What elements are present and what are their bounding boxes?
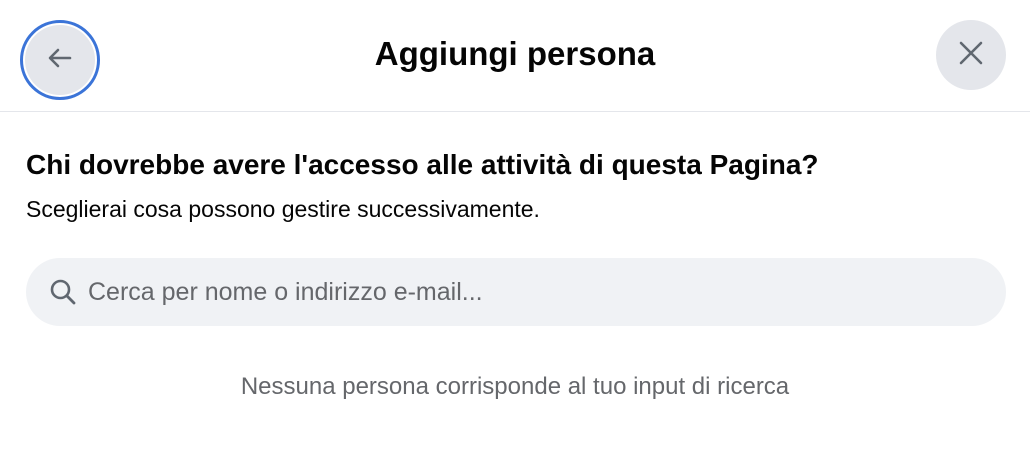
add-person-dialog: Aggiungi persona Chi dovrebbe avere l'ac…	[0, 0, 1030, 476]
close-button[interactable]	[936, 20, 1006, 90]
search-input[interactable]	[88, 277, 968, 307]
no-results-message: Nessuna persona corrisponde al tuo input…	[240, 373, 790, 400]
access-question: Chi dovrebbe avere l'accesso alle attivi…	[26, 149, 819, 180]
search-bar[interactable]	[26, 258, 1006, 326]
search-icon	[46, 275, 80, 309]
access-subtitle: Sceglierai cosa possono gestire successi…	[26, 196, 540, 222]
close-icon	[956, 38, 986, 73]
dialog-header: Aggiungi persona	[0, 0, 1030, 112]
dialog-title: Aggiungi persona	[374, 35, 656, 72]
